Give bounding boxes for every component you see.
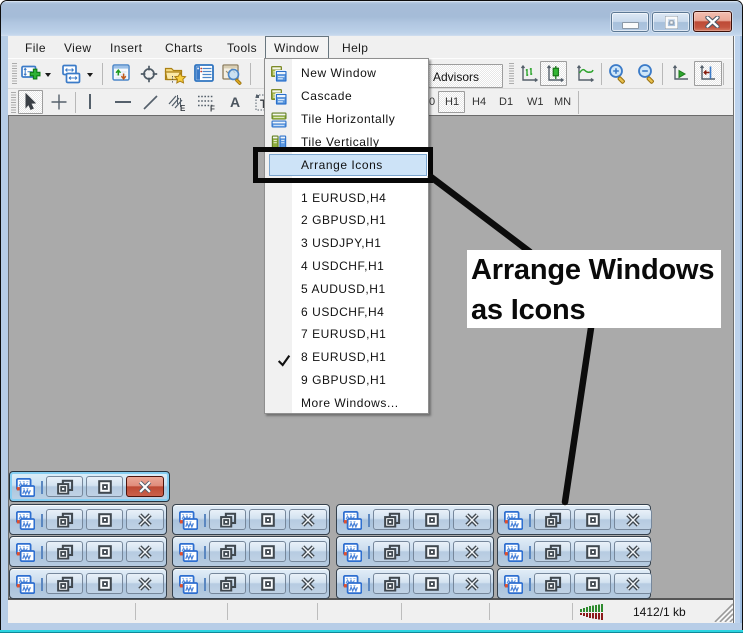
svg-text:E: E: [180, 104, 186, 113]
svg-text:F: F: [210, 105, 215, 113]
